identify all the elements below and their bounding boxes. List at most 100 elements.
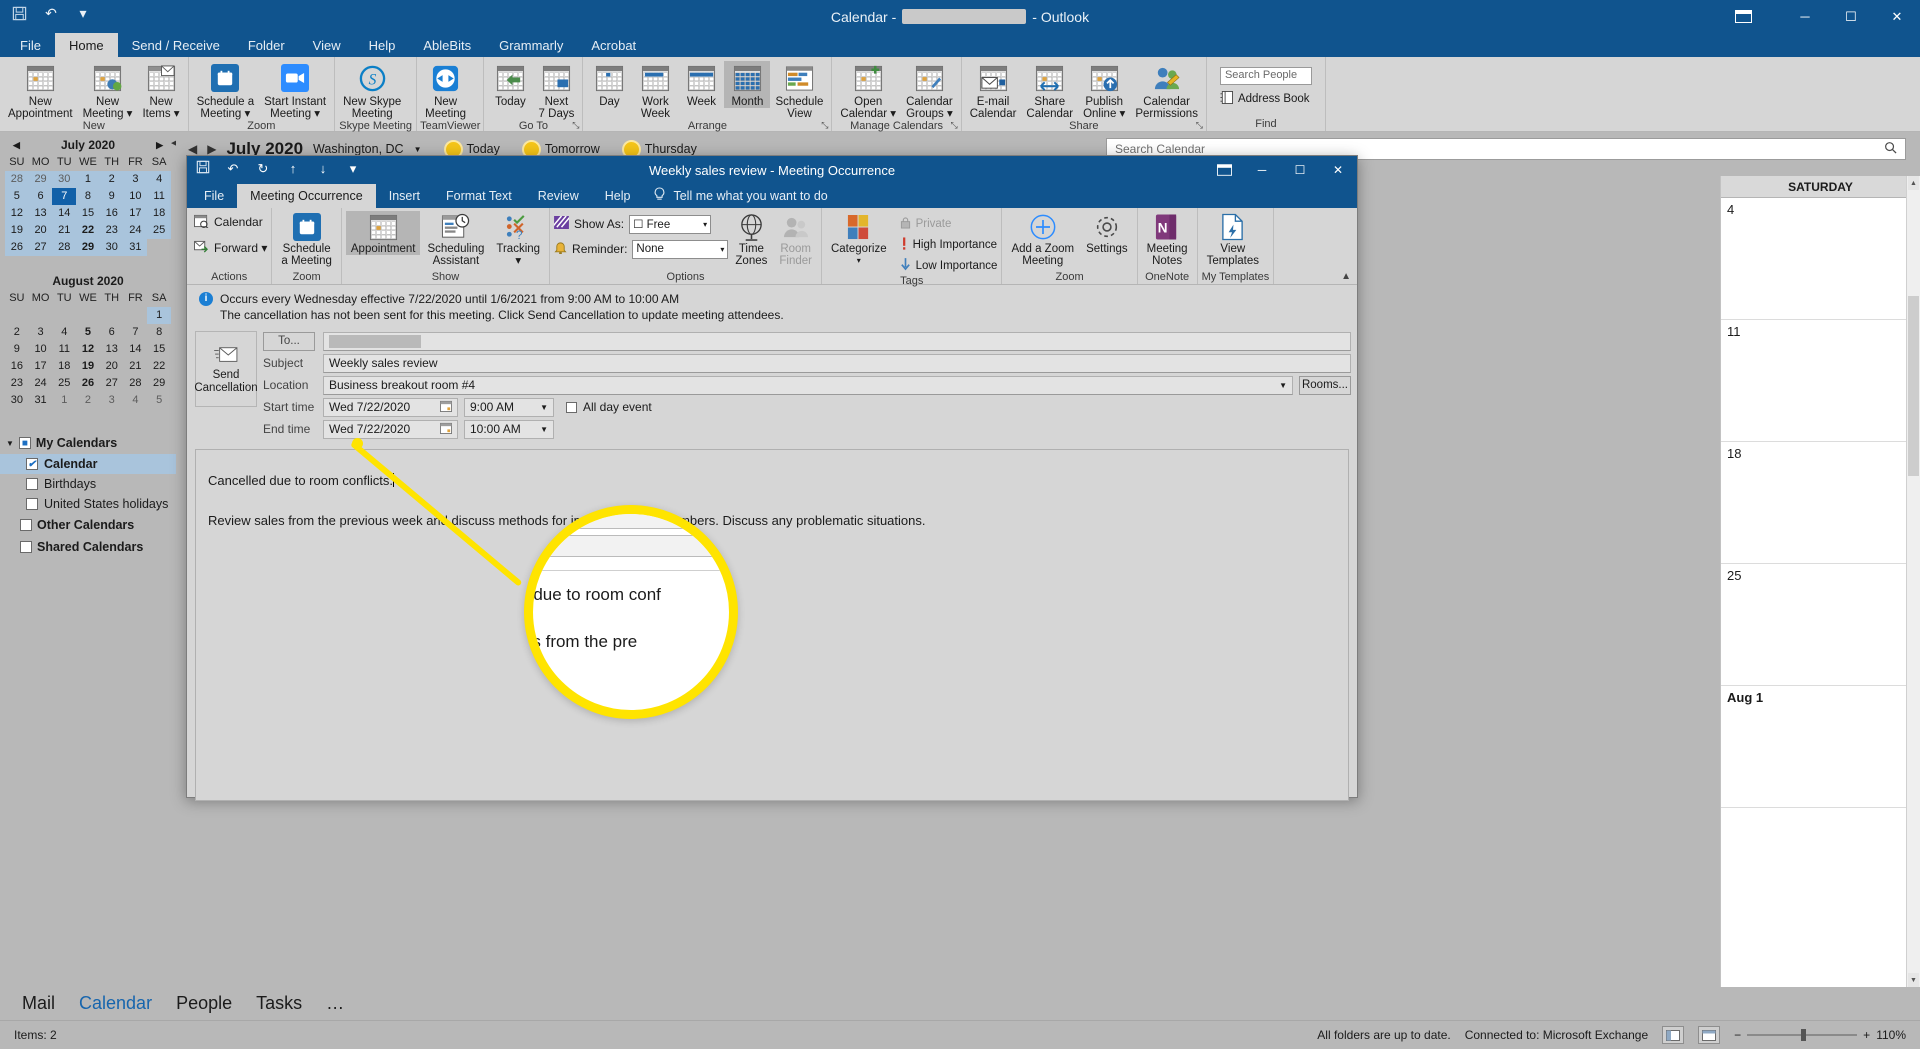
mini-cal-day[interactable]: 10 — [29, 341, 53, 358]
mini-cal-day[interactable]: 27 — [100, 375, 124, 392]
dialog-window-controls[interactable]: ─ ☐ ✕ — [1205, 156, 1357, 184]
calendar-item-calendar[interactable]: ✔ Calendar — [0, 454, 176, 474]
normal-view-icon[interactable] — [1662, 1026, 1685, 1044]
meeting-fields[interactable]: To... Subject Weekly sales review Locati… — [257, 331, 1351, 441]
group-checkbox[interactable] — [20, 541, 32, 553]
ribbon[interactable]: New Appointment New Meeting ▾ New Items … — [0, 57, 1920, 132]
ribbon-button-calendar-permissions[interactable]: Calendar Permissions — [1130, 61, 1203, 120]
calendar-group-shared-calendars[interactable]: Shared Calendars — [0, 536, 176, 558]
start-time-chevron-down-icon[interactable]: ▼ — [540, 403, 548, 412]
mini-cal-day[interactable]: 10 — [123, 188, 148, 205]
ribbon-button-work-week[interactable]: Work Week — [632, 61, 678, 120]
nav-item-mail[interactable]: Mail — [22, 993, 55, 1014]
mini-cal-day[interactable]: 23 — [5, 375, 29, 392]
option-dropdown[interactable]: ☐ Free ▾ — [629, 214, 712, 234]
dialog-launcher-icon[interactable]: ⤡ — [572, 120, 579, 131]
mini-cal-day[interactable]: 2 — [5, 324, 29, 341]
mini-cal-day[interactable]: 19 — [5, 222, 29, 239]
to-button[interactable]: To... — [263, 331, 315, 351]
mini-cal-day[interactable]: 2 — [99, 171, 124, 188]
mini-cal-day[interactable]: 1 — [52, 392, 76, 409]
mini-cal-day[interactable]: 26 — [5, 239, 29, 256]
calendar-item-checkbox[interactable]: ✔ — [26, 458, 38, 470]
calendar-day-cell[interactable]: 18 — [1721, 442, 1920, 564]
calendar-list[interactable]: ▼ ■ My Calendars ✔ Calendar Birthdays United S… — [0, 432, 176, 558]
dialog-ribbon-display-icon[interactable] — [1205, 156, 1243, 184]
ribbon-button-calendar-groups[interactable]: Calendar Groups ▾ — [901, 61, 958, 120]
ribbon-button-schedule-a-meeting[interactable]: Schedule a Meeting ▾ — [192, 61, 260, 120]
find-group-content[interactable]: Search People Address Book — [1210, 61, 1322, 107]
meeting-form[interactable]: Send Cancellation To... Subject Weekly s… — [187, 329, 1357, 441]
ribbon-button-schedule-view[interactable]: Schedule View — [770, 61, 828, 120]
calendar-group-my-calendars[interactable]: ▼ ■ My Calendars — [0, 432, 176, 454]
calendar-item-checkbox[interactable] — [26, 478, 38, 490]
mini-cal-day[interactable]: 3 — [29, 324, 53, 341]
mini-cal-day[interactable] — [76, 307, 100, 324]
to-input[interactable] — [323, 331, 1351, 351]
mini-cal-day[interactable]: 4 — [124, 392, 148, 409]
dialog-tab-file[interactable]: File — [191, 184, 237, 208]
ribbon-tab-acrobat[interactable]: Acrobat — [577, 33, 650, 57]
mini-cal-day[interactable]: 17 — [29, 358, 53, 375]
zoom-slider[interactable]: − + 110% — [1734, 1028, 1906, 1042]
dialog-button-scheduling-assistant[interactable]: Scheduling Assistant — [422, 211, 489, 267]
mini-cal-day[interactable]: 14 — [124, 341, 148, 358]
calendar-group-other-calendars[interactable]: Other Calendars — [0, 514, 176, 536]
mini-cal-day[interactable]: 18 — [147, 205, 171, 222]
ribbon-button-day[interactable]: Day — [586, 61, 632, 108]
dialog-tab-review[interactable]: Review — [525, 184, 592, 208]
scroll-up-icon[interactable]: ▲ — [1908, 176, 1919, 190]
dialog-ribbon[interactable]: Calendar Forward ▾ Actions Schedule a Meeti… — [187, 208, 1357, 287]
mini-cal-day[interactable]: 29 — [76, 239, 100, 256]
end-time-input[interactable]: 10:00 AM ▼ — [464, 419, 554, 439]
mini-cal-day[interactable]: 15 — [76, 205, 100, 222]
mini-cal-day[interactable]: 25 — [52, 375, 76, 392]
calendar-day-cell[interactable]: 25 — [1721, 564, 1920, 686]
address-book-button[interactable]: Address Book — [1220, 91, 1312, 107]
module-nav-bar[interactable]: Mail Calendar People Tasks… — [0, 987, 1920, 1020]
start-time-row[interactable]: Start time Wed 7/22/2020 9:00 AM ▼ All d… — [263, 397, 1351, 417]
mini-cal-day[interactable]: 3 — [123, 171, 148, 188]
dialog-maximize-button[interactable]: ☐ — [1281, 156, 1319, 184]
mini-cal-day[interactable]: 16 — [5, 358, 29, 375]
mini-calendar-grid[interactable]: SU MO TU WE TH FR SA 28 29 30 1 2 3 4 5 6 7 8 9 10 11 12 13 14 1… — [5, 154, 171, 256]
ribbon-button-new-skype-meeting[interactable]: S New Skype Meeting — [338, 61, 406, 120]
dialog-button-categorize[interactable]: Categorize ▾ — [826, 211, 892, 267]
mini-cal-day[interactable]: 1 — [147, 307, 171, 324]
search-icon[interactable] — [1884, 141, 1897, 157]
mini-cal-day[interactable]: 29 — [28, 171, 53, 188]
mini-cal-day[interactable]: 28 — [124, 375, 148, 392]
mini-cal-day[interactable]: 8 — [76, 188, 100, 205]
mini-cal-day[interactable]: 11 — [52, 341, 76, 358]
dialog-tab-meeting-occurrence[interactable]: Meeting Occurrence — [237, 184, 376, 208]
dialog-button-calendar[interactable]: Calendar — [194, 211, 263, 233]
mini-cal-day[interactable]: 24 — [29, 375, 53, 392]
weather-location-chevron-icon[interactable]: ▼ — [414, 145, 422, 154]
ribbon-button-week[interactable]: Week — [678, 61, 724, 108]
mini-cal-day[interactable]: 2 — [76, 392, 100, 409]
zoom-in-icon[interactable]: + — [1863, 1028, 1870, 1042]
end-time-chevron-down-icon[interactable]: ▼ — [540, 425, 548, 434]
prev-month-icon[interactable]: ◀ — [188, 142, 197, 156]
all-day-checkbox-box[interactable] — [566, 401, 577, 413]
mini-cal-day[interactable] — [5, 307, 29, 324]
mini-cal-day[interactable]: 1 — [76, 171, 100, 188]
dialog-button-add-a-zoom-meeting[interactable]: Add a Zoom Meeting — [1006, 211, 1079, 267]
dialog-button-forward[interactable]: Forward ▾ — [194, 237, 267, 259]
close-button[interactable]: ✕ — [1874, 0, 1920, 33]
mini-cal-day[interactable]: 5 — [76, 324, 100, 341]
calendar-picker-icon[interactable] — [440, 422, 452, 437]
ribbon-tab-strip[interactable]: File Home Send / Receive Folder View Help Able… — [0, 33, 1920, 57]
end-date-input[interactable]: Wed 7/22/2020 — [323, 419, 458, 439]
mini-cal-day[interactable]: 12 — [76, 341, 100, 358]
calendar-day-cell[interactable]: 11 — [1721, 320, 1920, 442]
dialog-launcher-icon[interactable]: ⤡ — [821, 120, 828, 131]
nav-item-tasks[interactable]: Tasks — [256, 993, 302, 1014]
mini-cal-day[interactable]: 18 — [52, 358, 76, 375]
mini-cal-day[interactable]: 16 — [99, 205, 124, 222]
mini-cal-day[interactable]: 4 — [52, 324, 76, 341]
tag-high-importance[interactable]: High Importance — [900, 236, 998, 254]
ribbon-button-new-appointment[interactable]: New Appointment — [3, 61, 78, 120]
mini-cal-day[interactable]: 11 — [147, 188, 171, 205]
mini-calendar-july-2020[interactable]: ◀ July 2020 ▶ SU MO TU WE TH FR SA 28 29 30 1 2 3 4 5 6 7 8 9… — [5, 136, 171, 256]
